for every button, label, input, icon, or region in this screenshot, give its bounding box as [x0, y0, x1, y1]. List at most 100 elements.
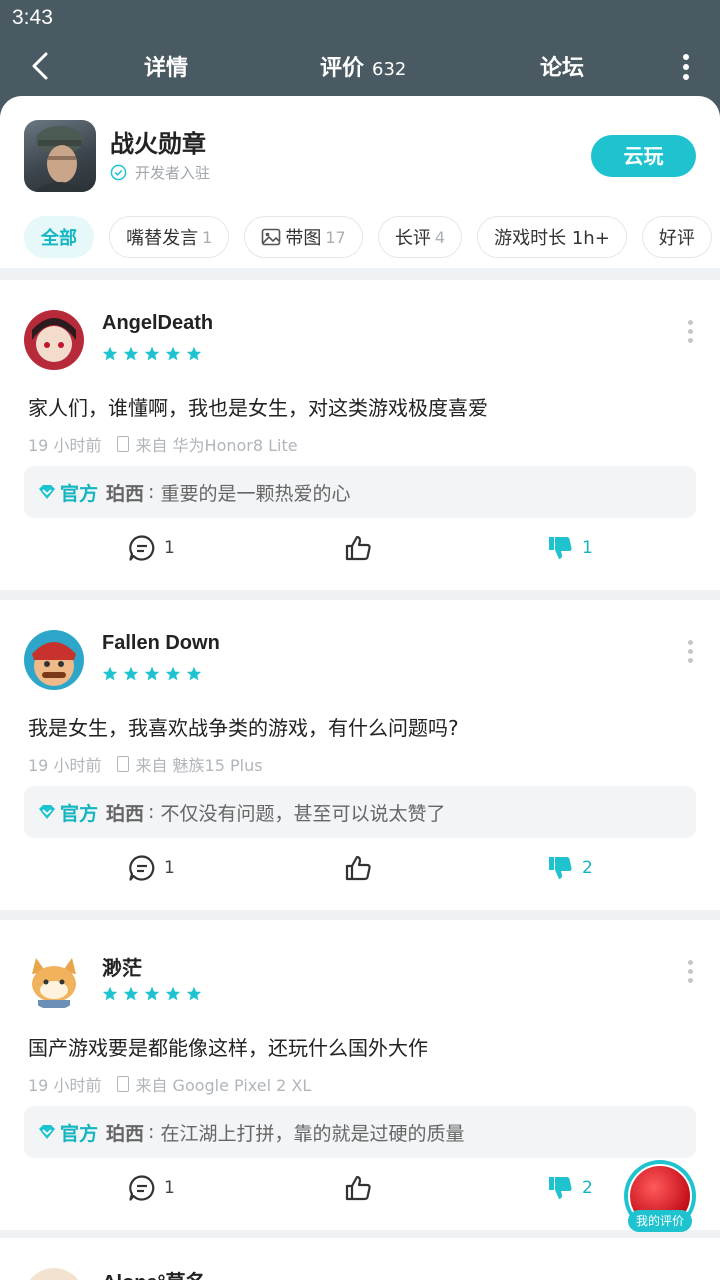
thumbs-up-icon — [345, 855, 371, 881]
phone-icon — [117, 436, 130, 452]
review-actions: 1 2 — [0, 848, 720, 888]
avatar[interactable] — [24, 630, 84, 690]
star-rating — [102, 666, 202, 682]
reply-text: 不仅没有问题，甚至可以说太赞了 — [160, 802, 446, 825]
filter-mouthpiece[interactable]: 嘴替发言 1 — [109, 216, 230, 258]
review-time: 19 小时前 — [28, 436, 102, 455]
review-actions: 1 2 — [0, 1168, 720, 1208]
official-reply[interactable]: 官方 珀西: 在江湖上打拼，靠的就是过硬的质量 — [24, 1106, 696, 1158]
username[interactable]: Fallen Down — [102, 632, 220, 655]
thumbs-up-icon — [345, 1175, 371, 1201]
content-sheet: 战火勋章 开发者入驻 云玩 全部 嘴替发言 1 带图 17 长评 4 游戏时长 1h+… — [0, 96, 720, 1280]
top-nav: 详情 评价 632 论坛 — [0, 38, 720, 96]
developer-status: 开发者入驻 — [110, 162, 210, 183]
my-review-button[interactable]: 我的评价 — [624, 1160, 696, 1232]
review-more-icon[interactable] — [688, 320, 694, 347]
like-button[interactable] — [344, 528, 372, 568]
filter-long-reviews[interactable]: 长评 4 — [377, 216, 463, 258]
star-icon — [102, 666, 118, 681]
filter-playtime[interactable]: 游戏时长 1h+ — [477, 216, 627, 258]
official-badge-icon — [39, 1125, 55, 1139]
filter-chips: 全部 嘴替发言1 带图17 长评4 游戏时长 1h+ 好评 中评 — [24, 216, 720, 258]
dislike-button[interactable]: 2 — [546, 1168, 593, 1208]
filter-all[interactable]: 全部 — [24, 216, 94, 258]
game-header: 战火勋章 开发者入驻 云玩 全部 嘴替发言 1 带图 17 长评 4 游戏时长 1h+… — [0, 96, 720, 268]
star-rating — [102, 346, 202, 362]
thumbs-down-icon — [549, 857, 572, 879]
tab-reviews[interactable]: 评价 632 — [320, 50, 406, 82]
comment-button[interactable]: 1 — [128, 848, 175, 888]
tab-forum[interactable]: 论坛 — [540, 50, 584, 82]
star-icon — [102, 346, 118, 361]
my-review-label: 我的评价 — [628, 1210, 692, 1232]
review-meta: 19 小时前 来自 Google Pixel 2 XL — [28, 1072, 311, 1096]
star-icon — [165, 346, 181, 361]
review-card: AngelDeath 家人们，谁懂啊，我也是女生，对这类游戏极度喜爱 19 小时… — [0, 280, 720, 590]
star-rating — [102, 986, 202, 1002]
avatar[interactable] — [24, 950, 84, 1010]
star-icon — [123, 346, 139, 361]
star-icon — [165, 666, 181, 681]
official-badge-icon — [39, 805, 55, 819]
reply-text: 在江湖上打拼，靠的就是过硬的质量 — [160, 1122, 465, 1145]
filter-with-images[interactable]: 带图 17 — [244, 216, 363, 258]
review-text: 我是女生，我喜欢战争类的游戏，有什么问题吗? — [28, 716, 459, 740]
review-device: 来自 华为Honor8 Lite — [135, 436, 298, 455]
thumbs-down-icon — [549, 537, 572, 559]
review-actions: 1 1 — [0, 528, 720, 568]
image-icon — [262, 228, 281, 246]
more-options-icon[interactable] — [682, 54, 690, 80]
like-button[interactable] — [344, 848, 372, 888]
status-bar: 3:43 — [0, 0, 720, 38]
back-icon[interactable] — [26, 48, 56, 84]
review-meta: 19 小时前 来自 魅族15 Plus — [28, 752, 263, 776]
star-icon — [186, 346, 202, 361]
thumbs-up-icon — [345, 535, 371, 561]
comment-icon — [129, 855, 155, 881]
star-icon — [144, 986, 160, 1001]
avatar[interactable] — [24, 310, 84, 370]
review-time: 19 小时前 — [28, 756, 102, 775]
filter-positive[interactable]: 好评 — [641, 216, 712, 258]
game-icon[interactable] — [24, 120, 96, 192]
avatar[interactable] — [24, 1268, 84, 1280]
review-more-icon[interactable] — [688, 960, 694, 987]
dislike-button[interactable]: 1 — [546, 528, 593, 568]
star-icon — [186, 666, 202, 681]
review-device: 来自 魅族15 Plus — [135, 756, 263, 775]
thumbs-down-icon — [549, 1177, 572, 1199]
comment-icon — [129, 1175, 155, 1201]
official-reply[interactable]: 官方 珀西: 重要的是一颗热爱的心 — [24, 466, 696, 518]
review-text: 国产游戏要是都能像这样，还玩什么国外大作 — [28, 1036, 428, 1060]
star-icon — [144, 666, 160, 681]
review-time: 19 小时前 — [28, 1076, 102, 1095]
username[interactable]: AngelDeath — [102, 312, 213, 335]
game-title: 战火勋章 — [110, 130, 206, 158]
review-device: 来自 Google Pixel 2 XL — [135, 1076, 312, 1095]
comment-icon — [129, 535, 155, 561]
username[interactable]: 渺茫 — [102, 952, 142, 981]
star-icon — [186, 986, 202, 1001]
star-icon — [165, 986, 181, 1001]
official-reply[interactable]: 官方 珀西: 不仅没有问题，甚至可以说太赞了 — [24, 786, 696, 838]
star-icon — [102, 986, 118, 1001]
cloud-play-button[interactable]: 云玩 — [591, 135, 696, 177]
review-meta: 19 小时前 来自 华为Honor8 Lite — [28, 432, 298, 456]
star-icon — [123, 986, 139, 1001]
phone-icon — [117, 1076, 130, 1092]
dislike-button[interactable]: 2 — [546, 848, 593, 888]
comment-button[interactable]: 1 — [128, 1168, 175, 1208]
username[interactable]: Alone°莫名 — [102, 1266, 206, 1280]
comment-button[interactable]: 1 — [128, 528, 175, 568]
review-card: 渺茫 国产游戏要是都能像这样，还玩什么国外大作 19 小时前 来自 Google… — [0, 920, 720, 1230]
reply-text: 重要的是一颗热爱的心 — [160, 482, 351, 505]
like-button[interactable] — [344, 1168, 372, 1208]
review-text: 家人们，谁懂啊，我也是女生，对这类游戏极度喜爱 — [28, 396, 488, 420]
tab-details[interactable]: 详情 — [144, 50, 188, 82]
status-time: 3:43 — [12, 6, 53, 29]
review-more-icon[interactable] — [688, 640, 694, 667]
official-badge-icon — [39, 485, 55, 499]
verified-check-icon — [110, 164, 127, 181]
review-count: 632 — [372, 59, 407, 80]
review-card: Fallen Down 我是女生，我喜欢战争类的游戏，有什么问题吗? 19 小时… — [0, 600, 720, 910]
